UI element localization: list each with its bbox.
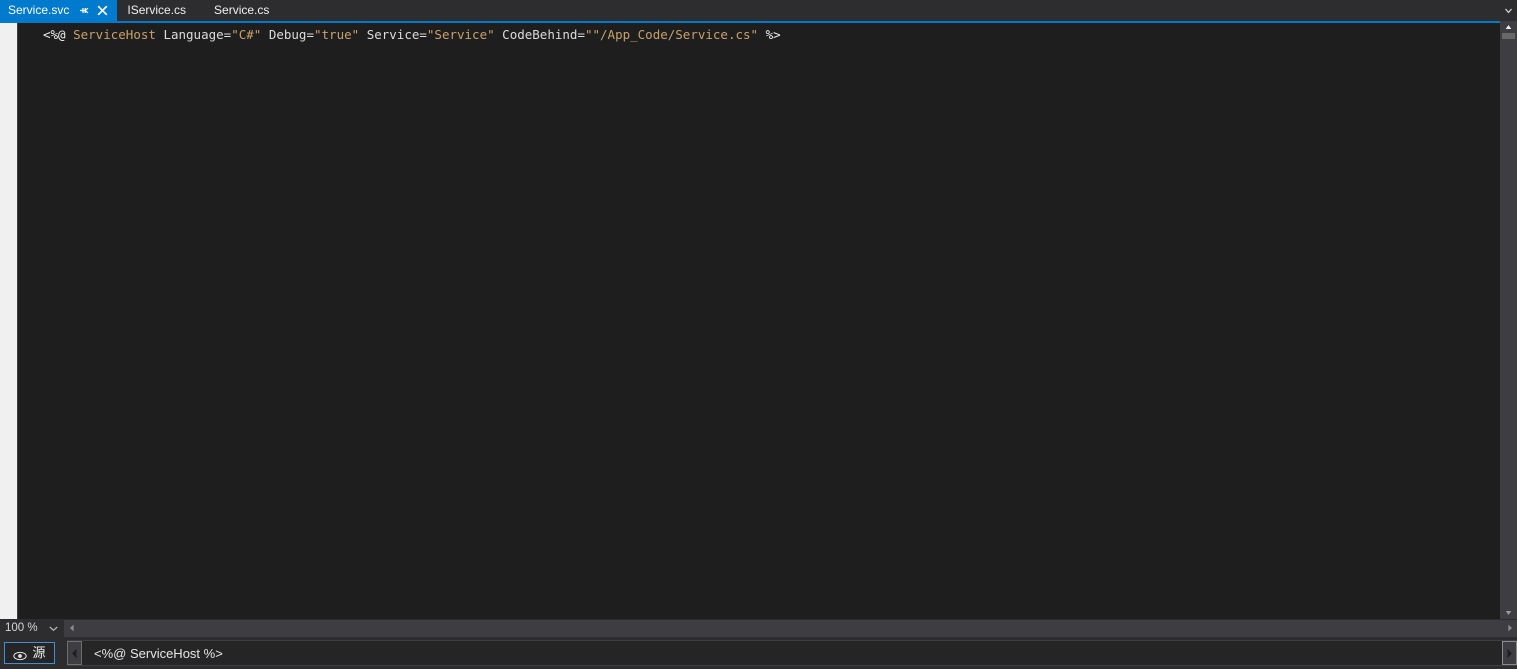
tab-label: Service.svc <box>8 3 70 17</box>
designer-view-bar: 源 <%@ ServiceHost %> <box>0 637 1517 669</box>
directive-open-delim: <%@ <box>43 27 66 42</box>
scroll-down-button[interactable] <box>1500 607 1517 619</box>
directive-name: ServiceHost <box>73 27 156 42</box>
arrow-left-icon <box>72 648 77 658</box>
close-icon[interactable] <box>97 5 108 16</box>
scroll-up-button[interactable] <box>1500 21 1517 33</box>
tab-service-cs[interactable]: Service.cs <box>204 0 288 21</box>
breadcrumb-next-button[interactable] <box>1502 641 1517 665</box>
horizontal-scroll-track[interactable] <box>79 619 1502 637</box>
breadcrumb-label: <%@ ServiceHost %> <box>94 645 223 661</box>
breadcrumb-item-servicehost[interactable]: <%@ ServiceHost %> <box>82 641 223 665</box>
zoom-level-dropdown[interactable]: 100 % <box>0 619 64 637</box>
code-text-surface[interactable]: <%@ ServiceHost Language="C#" Debug="tru… <box>19 23 1500 619</box>
tab-strip-filler <box>287 0 1499 21</box>
tab-label: Service.cs <box>214 3 270 17</box>
attribute-value-codebehind: ""/App_Code/Service.cs" <box>584 27 759 42</box>
arrow-right-icon <box>1507 648 1512 658</box>
visual-studio-editor-window: Service.svc IService.cs Service.cs <%@ S… <box>0 0 1517 669</box>
zoom-level-value: 100 % <box>5 622 38 634</box>
tab-iservice-cs[interactable]: IService.cs <box>117 0 205 21</box>
arrow-right-icon <box>1507 624 1512 632</box>
scroll-right-button[interactable] <box>1502 619 1517 637</box>
scroll-left-button[interactable] <box>64 619 79 637</box>
arrow-down-icon <box>1505 611 1512 615</box>
attribute-name-service: Service <box>366 27 420 42</box>
chevron-down-icon <box>1504 8 1512 14</box>
attribute-equals: = <box>419 27 427 42</box>
directive-close-delim: %> <box>765 27 781 42</box>
attribute-name-language: Language <box>163 27 224 42</box>
editor-zoom-and-hscroll-bar: 100 % <box>0 619 1517 637</box>
tab-label: IService.cs <box>127 3 187 17</box>
breadcrumb-filler <box>223 641 1502 665</box>
source-view-label: 源 <box>32 645 46 660</box>
editor-tab-strip: Service.svc IService.cs Service.cs <box>0 0 1517 21</box>
editor-horizontal-scrollbar[interactable] <box>64 619 1517 637</box>
attribute-name-debug: Debug <box>268 27 307 42</box>
breadcrumb[interactable]: <%@ ServiceHost %> <box>67 640 1517 666</box>
editor-vertical-scrollbar[interactable] <box>1500 21 1517 619</box>
tab-service-svc[interactable]: Service.svc <box>0 0 118 21</box>
code-line-1: <%@ ServiceHost Language="C#" Debug="tru… <box>43 27 781 43</box>
tab-overflow-button[interactable] <box>1499 0 1517 21</box>
arrow-up-icon <box>1505 25 1512 29</box>
vertical-scroll-track[interactable] <box>1500 21 1517 619</box>
pin-icon[interactable] <box>78 5 90 17</box>
source-view-button[interactable]: 源 <box>4 642 55 664</box>
attribute-equals: = <box>577 27 585 42</box>
breadcrumb-prev-button[interactable] <box>67 641 82 665</box>
attribute-value-language: "C#" <box>231 27 262 42</box>
code-editor[interactable]: <%@ ServiceHost Language="C#" Debug="tru… <box>0 21 1517 619</box>
arrow-left-icon <box>69 624 74 632</box>
attribute-name-codebehind: CodeBehind <box>502 27 578 42</box>
eye-icon <box>13 648 28 661</box>
editor-indicator-margin[interactable] <box>0 23 18 619</box>
attribute-value-debug: "true" <box>314 27 360 42</box>
attribute-equals: = <box>306 27 314 42</box>
chevron-down-icon[interactable] <box>49 624 58 633</box>
attribute-value-service: "Service" <box>426 27 495 42</box>
